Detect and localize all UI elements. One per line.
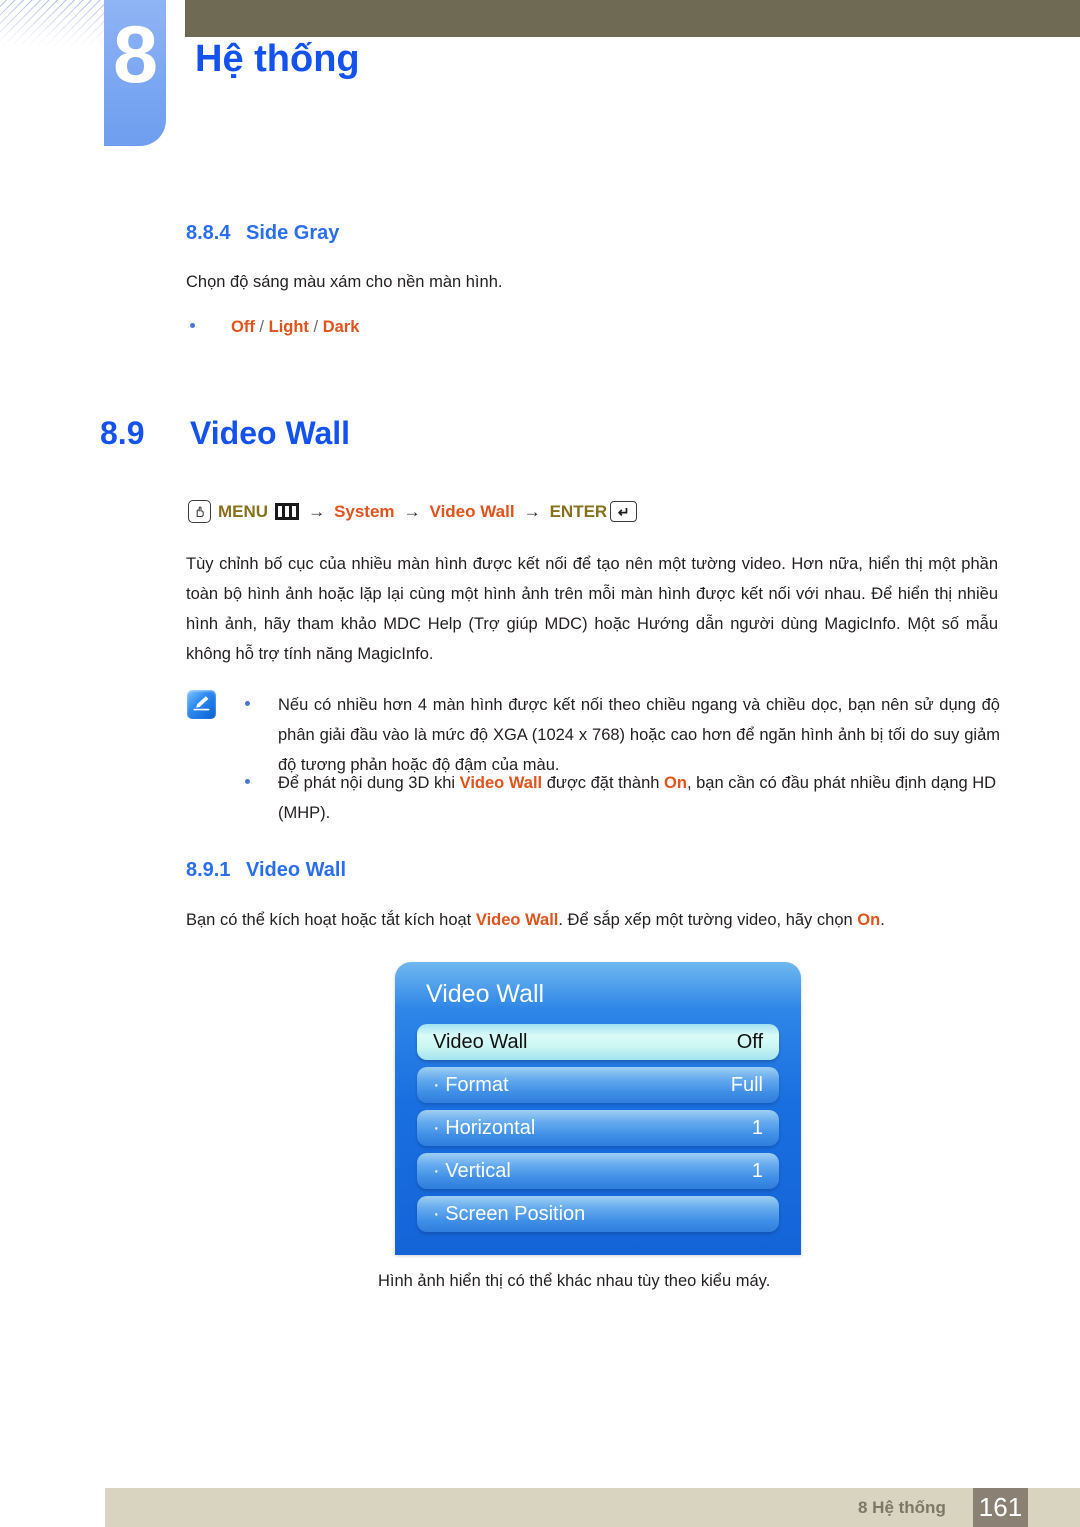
note-bullet-2-part2: được đặt thành bbox=[542, 774, 665, 792]
footer-page-number: 161 bbox=[973, 1488, 1028, 1527]
arrow-3-icon: → bbox=[523, 501, 541, 521]
osd-caption: Hình ảnh hiển thị có thể khác nhau tùy t… bbox=[378, 1272, 771, 1290]
option-off: Off bbox=[231, 318, 255, 336]
bullet-dot-icon bbox=[245, 779, 250, 784]
note-bullet-2: Để phát nội dung 3D khi Video Wall được … bbox=[245, 768, 1000, 828]
side-gray-options-text: Off / Light / Dark bbox=[231, 312, 359, 342]
side-gray-options-bullet: Off / Light / Dark bbox=[190, 312, 359, 342]
chapter-number: 8 bbox=[112, 10, 158, 100]
note-pen-icon bbox=[187, 690, 216, 719]
osd-row-value: Off bbox=[736, 1030, 763, 1053]
chapter-title: Hệ thống bbox=[195, 38, 360, 80]
heading-video-wall-number: 8.9 bbox=[100, 415, 145, 451]
note-bullet-1: Nếu có nhiều hơn 4 màn hình được kết nối… bbox=[245, 690, 1000, 780]
heading-video-wall-sub-title: Video Wall bbox=[246, 859, 347, 881]
osd-row-label: · Vertical bbox=[433, 1159, 511, 1182]
osd-row-value: 1 bbox=[751, 1116, 763, 1139]
osd-row-value: Full bbox=[730, 1073, 763, 1096]
menu-grid-icon bbox=[275, 503, 300, 520]
heading-side-gray-number: 8.8.4 bbox=[186, 222, 231, 244]
heading-video-wall-sub: 8.9.1 Video Wall bbox=[186, 859, 346, 882]
enter-glyph: ↵ bbox=[617, 503, 630, 520]
option-separator-1: / bbox=[259, 318, 265, 336]
bullet-dot-icon bbox=[245, 701, 250, 706]
sub-paragraph-highlight-video-wall: Video Wall bbox=[475, 911, 559, 929]
osd-row-label: · Horizontal bbox=[433, 1116, 536, 1139]
video-wall-paragraph: Tùy chỉnh bố cục của nhiều màn hình được… bbox=[186, 555, 998, 663]
note-bullet-2-part1: Để phát nội dung 3D khi bbox=[278, 774, 460, 792]
option-light: Light bbox=[268, 318, 309, 336]
option-separator-2: / bbox=[313, 318, 319, 336]
decorative-hatch-pattern bbox=[0, 0, 112, 48]
menu-path-system: System bbox=[334, 501, 395, 521]
button-press-icon bbox=[188, 500, 211, 523]
heading-side-gray-title: Side Gray bbox=[246, 222, 340, 244]
osd-row-screen-position[interactable]: · Screen Position bbox=[417, 1196, 779, 1232]
arrow-1-icon: → bbox=[308, 501, 326, 521]
header-top-bar bbox=[185, 0, 1080, 37]
note-bullet-1-text: Nếu có nhiều hơn 4 màn hình được kết nối… bbox=[278, 696, 1000, 774]
footer-chapter-label: 8 Hệ thống bbox=[858, 1498, 946, 1517]
heading-video-wall-sub-number: 8.9.1 bbox=[186, 859, 231, 881]
enter-key-icon: ↵ bbox=[610, 501, 638, 522]
menu-path-enter: ENTER bbox=[549, 501, 608, 521]
arrow-2-icon: → bbox=[403, 501, 421, 521]
osd-row-label: · Screen Position bbox=[433, 1202, 586, 1225]
chapter-tab: 8 bbox=[104, 0, 166, 146]
osd-row-label: Video Wall bbox=[433, 1030, 528, 1053]
note-bullet-2-highlight-video-wall: Video Wall bbox=[459, 774, 543, 792]
menu-path-video-wall: Video Wall bbox=[429, 501, 515, 521]
bullet-dot-icon bbox=[190, 323, 195, 328]
osd-row-vertical[interactable]: · Vertical 1 bbox=[417, 1153, 779, 1189]
heading-video-wall-title: Video Wall bbox=[190, 415, 351, 451]
sub-paragraph-highlight-on: On bbox=[857, 911, 881, 929]
video-wall-sub-paragraph: Bạn có thể kích hoạt hoặc tắt kích hoạt … bbox=[186, 905, 998, 935]
menu-label: MENU bbox=[218, 501, 269, 521]
osd-video-wall-panel: Video Wall Video Wall Off · Format Full … bbox=[395, 962, 801, 1255]
osd-row-video-wall[interactable]: Video Wall Off bbox=[417, 1024, 779, 1060]
osd-row-value: 1 bbox=[751, 1159, 763, 1182]
osd-row-horizontal[interactable]: · Horizontal 1 bbox=[417, 1110, 779, 1146]
heading-side-gray: 8.8.4 Side Gray bbox=[186, 222, 339, 245]
side-gray-description: Chọn độ sáng màu xám cho nền màn hình. bbox=[186, 273, 503, 291]
sub-paragraph-part3: . bbox=[880, 911, 885, 929]
note-bullet-2-text: Để phát nội dung 3D khi Video Wall được … bbox=[278, 768, 1000, 828]
page-header: 8 Hệ thống bbox=[0, 0, 1080, 160]
option-dark: Dark bbox=[322, 318, 360, 336]
osd-row-format[interactable]: · Format Full bbox=[417, 1067, 779, 1103]
sub-paragraph-part2: . Để sắp xếp một tường video, hãy chọn bbox=[558, 911, 858, 929]
menu-path-breadcrumb: MENU → System → Video Wall → ENTER ↵ bbox=[188, 500, 638, 523]
note-bullet-2-highlight-on: On bbox=[664, 774, 687, 792]
heading-video-wall: 8.9 Video Wall bbox=[100, 415, 350, 452]
sub-paragraph-part1: Bạn có thể kích hoạt hoặc tắt kích hoạt bbox=[186, 911, 476, 929]
osd-row-label: · Format bbox=[433, 1073, 509, 1096]
osd-panel-title: Video Wall bbox=[426, 980, 545, 1008]
